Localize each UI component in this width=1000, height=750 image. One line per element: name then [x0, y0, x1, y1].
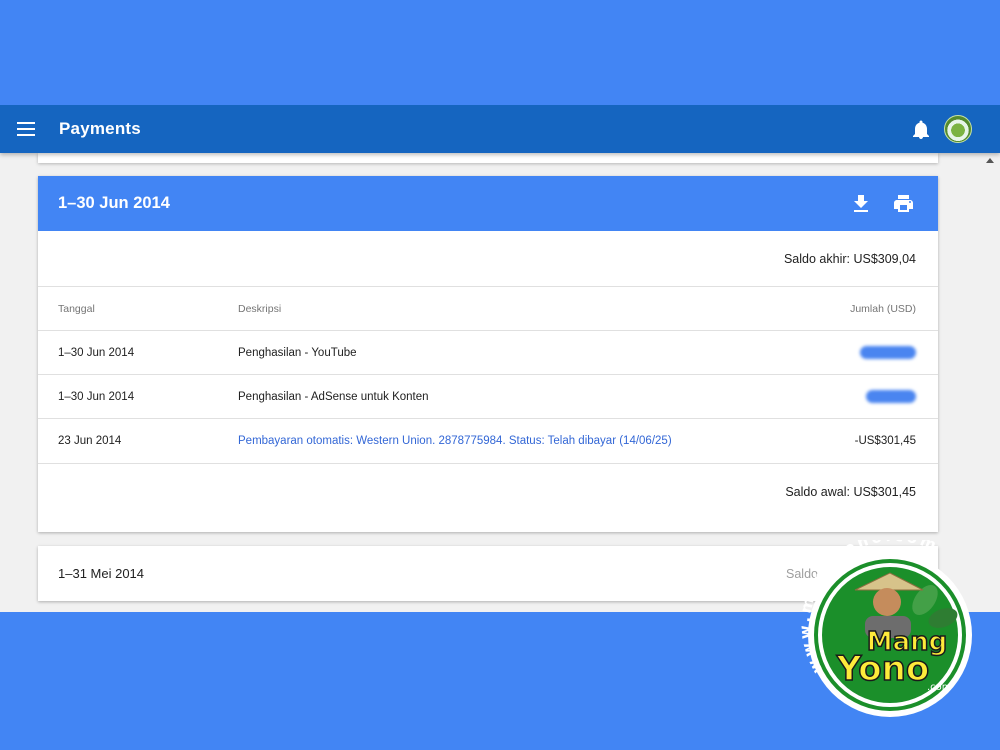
statement-card-june: 1–30 Jun 2014 Saldo akhir: US$309,04 Tan… [38, 176, 938, 532]
column-header-date: Tanggal [58, 302, 95, 315]
menu-button[interactable] [4, 107, 48, 151]
card-header: 1–30 Jun 2014 [38, 176, 938, 231]
payments-app: Payments 1–30 Jun 2014 Saldo akhir: US$3… [0, 105, 1000, 612]
page-title: Payments [59, 119, 141, 138]
payment-details-link[interactable]: Pembayaran otomatis: Western Union. 2878… [238, 435, 672, 447]
ending-balance: Saldo akhir: US$309,04 [38, 231, 938, 287]
table-row: 1–30 Jun 2014 Penghasilan - YouTube [38, 331, 938, 375]
row-description: Penghasilan - AdSense untuk Konten [238, 390, 429, 403]
row-description: Penghasilan - YouTube [238, 346, 357, 359]
previous-card-edge [38, 153, 938, 163]
avatar[interactable] [944, 115, 972, 143]
menu-icon [17, 122, 35, 136]
scrollbar-up-arrow[interactable] [986, 158, 994, 163]
row-date: 23 Jun 2014 [58, 435, 122, 447]
redacted-amount [866, 390, 916, 403]
watermark-suffix: .com [927, 682, 952, 693]
row-amount-redacted [756, 346, 916, 359]
table-row: 1–30 Jun 2014 Penghasilan - AdSense untu… [38, 375, 938, 419]
app-bar: Payments [0, 105, 1000, 153]
notifications-button[interactable] [905, 113, 937, 145]
bell-icon [913, 120, 929, 139]
starting-balance: Saldo awal: US$301,45 [38, 463, 938, 520]
column-header-amount: Jumlah (USD) [850, 302, 916, 315]
statement-period-title: 1–30 Jun 2014 [58, 194, 170, 212]
table-row: 23 Jun 2014 Pembayaran otomatis: Western… [38, 419, 938, 463]
table-header: Tanggal Deskripsi Jumlah (USD) [38, 287, 938, 331]
download-button[interactable] [846, 189, 876, 219]
column-header-description: Deskripsi [238, 302, 282, 315]
row-amount: -US$301,45 [854, 435, 916, 447]
row-amount-redacted [756, 390, 916, 403]
redacted-amount [860, 346, 916, 359]
watermark-logo: Mang Yono .com www.mangyono.com [795, 527, 985, 730]
statement-period-title: 1–31 Mei 2014 [58, 566, 145, 581]
watermark-name-bottom: Yono [836, 649, 929, 689]
row-date: 1–30 Jun 2014 [58, 346, 135, 359]
print-button[interactable] [888, 189, 918, 219]
download-icon [854, 195, 868, 212]
print-icon [893, 195, 913, 212]
row-date: 1–30 Jun 2014 [58, 390, 135, 403]
